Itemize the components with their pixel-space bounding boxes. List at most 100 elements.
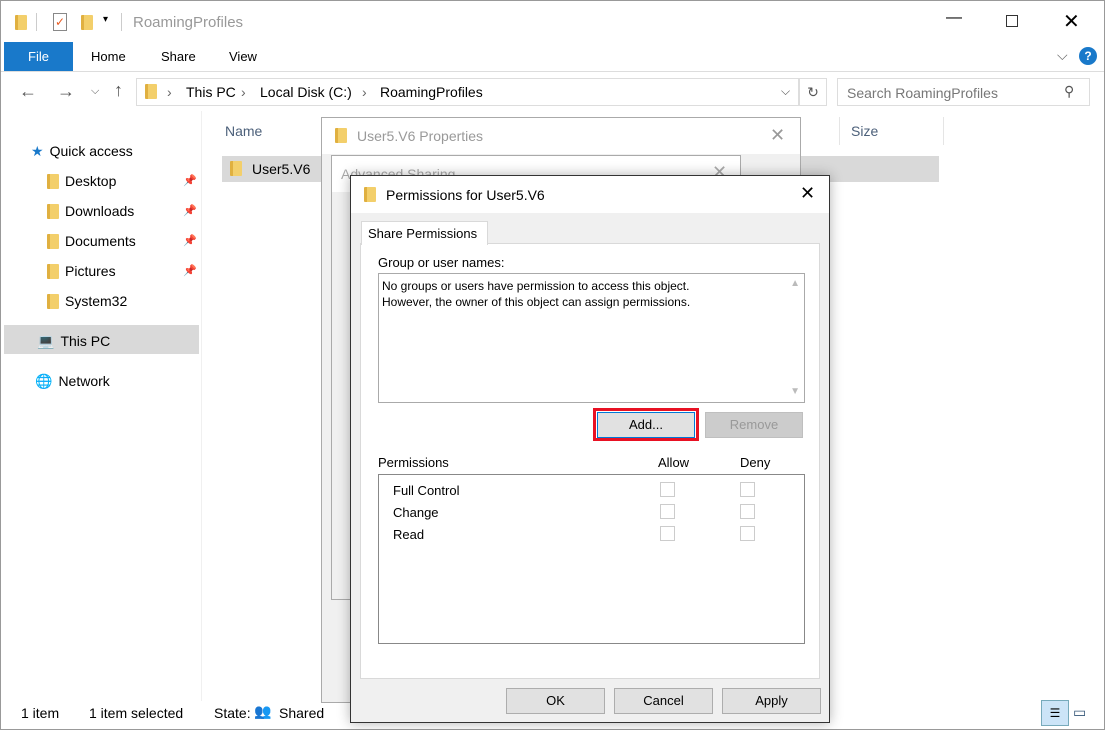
status-item-count: 1 item bbox=[21, 705, 60, 721]
divider bbox=[201, 111, 202, 701]
up-button[interactable]: ↑ bbox=[114, 80, 123, 101]
breadcrumb-roamingprofiles[interactable]: RoamingProfiles bbox=[380, 84, 483, 100]
permissions-title: Permissions for User5.V6 bbox=[386, 187, 545, 203]
nav-network[interactable]: 🌐 Network bbox=[35, 370, 110, 392]
tab-file[interactable]: File bbox=[4, 42, 73, 71]
back-button[interactable]: ← bbox=[19, 81, 37, 102]
refresh-button[interactable]: ↻ bbox=[799, 78, 827, 106]
permissions-list: Full Control Change Read bbox=[378, 474, 805, 644]
group-list[interactable]: No groups or users have permission to ac… bbox=[378, 273, 805, 403]
search-input[interactable]: Search RoamingProfiles ⚲ bbox=[837, 78, 1090, 106]
permissions-titlebar: Permissions for User5.V6 ✕ bbox=[351, 176, 829, 213]
recent-locations-button[interactable]: ⌵ bbox=[91, 85, 99, 98]
properties-close-button[interactable]: ✕ bbox=[770, 125, 785, 146]
details-view-button[interactable]: ☰ bbox=[1041, 700, 1069, 726]
folder-icon bbox=[230, 161, 242, 176]
properties-titlebar: User5.V6 Properties ✕ bbox=[322, 118, 800, 154]
customize-toolbar-icon[interactable]: ▾ bbox=[103, 14, 108, 25]
nav-this-pc[interactable]: 💻 This PC bbox=[37, 330, 110, 352]
read-allow-checkbox[interactable] bbox=[660, 526, 675, 541]
maximize-button[interactable] bbox=[1006, 15, 1018, 27]
deny-header: Deny bbox=[740, 455, 771, 470]
remove-button[interactable]: Remove bbox=[705, 412, 803, 438]
tab-panel: Group or user names: No groups or users … bbox=[360, 243, 820, 679]
cancel-button[interactable]: Cancel bbox=[614, 688, 713, 714]
status-selected: 1 item selected bbox=[89, 705, 184, 721]
perm-read: Read bbox=[393, 527, 425, 542]
full-control-deny-checkbox[interactable] bbox=[740, 482, 755, 497]
perm-full-control: Full Control bbox=[393, 483, 460, 498]
breadcrumb-this-pc[interactable]: This PC bbox=[186, 84, 236, 100]
pin-icon[interactable]: 📌 bbox=[183, 264, 197, 277]
tab-share-permissions[interactable]: Share Permissions bbox=[361, 221, 488, 245]
pictures-folder-icon bbox=[47, 263, 59, 279]
full-control-allow-checkbox[interactable] bbox=[660, 482, 675, 497]
pin-icon[interactable]: 📌 bbox=[183, 204, 197, 217]
read-deny-checkbox[interactable] bbox=[740, 526, 755, 541]
tab-share[interactable]: Share bbox=[143, 42, 214, 71]
nav-label: Quick access bbox=[49, 143, 133, 159]
empty-message: However, the owner of this object can as… bbox=[382, 295, 691, 309]
downloads-folder-icon bbox=[47, 203, 59, 219]
scroll-down-icon[interactable]: ▼ bbox=[790, 384, 800, 400]
divider bbox=[1, 71, 1104, 72]
properties-title: User5.V6 Properties bbox=[357, 128, 484, 144]
nav-label: Documents bbox=[65, 233, 136, 249]
column-header-size[interactable]: Size bbox=[851, 123, 878, 139]
help-icon[interactable]: ? bbox=[1079, 47, 1097, 65]
ok-button[interactable]: OK bbox=[506, 688, 605, 714]
pin-icon[interactable]: 📌 bbox=[183, 234, 197, 247]
divider bbox=[943, 117, 944, 145]
nav-downloads[interactable]: Downloads bbox=[47, 200, 134, 222]
folder-icon bbox=[145, 84, 157, 99]
column-header-name[interactable]: Name bbox=[225, 123, 262, 139]
forward-button[interactable]: → bbox=[57, 81, 75, 102]
folder-icon bbox=[364, 187, 376, 202]
large-icons-view-button[interactable]: ▭ bbox=[1073, 704, 1086, 721]
address-bar[interactable]: › This PC › Local Disk (C:) › RoamingPro… bbox=[136, 78, 799, 106]
scroll-up-icon[interactable]: ▲ bbox=[790, 276, 800, 292]
divider bbox=[839, 117, 840, 145]
group-label: Group or user names: bbox=[378, 255, 505, 270]
change-allow-checkbox[interactable] bbox=[660, 504, 675, 519]
apply-button[interactable]: Apply bbox=[722, 688, 821, 714]
allow-header: Allow bbox=[658, 455, 690, 470]
minimize-button[interactable]: — bbox=[946, 9, 962, 27]
nav-label: Downloads bbox=[65, 203, 135, 219]
computer-icon: 💻 bbox=[37, 332, 55, 349]
permissions-label: Permissions bbox=[378, 455, 449, 470]
nav-pictures[interactable]: Pictures bbox=[47, 260, 116, 282]
change-deny-checkbox[interactable] bbox=[740, 504, 755, 519]
file-name: User5.V6 bbox=[252, 161, 311, 177]
pin-icon[interactable]: 📌 bbox=[183, 174, 197, 187]
desktop-folder-icon bbox=[47, 173, 59, 189]
nav-documents[interactable]: Documents bbox=[47, 230, 136, 252]
new-folder-icon[interactable] bbox=[81, 15, 93, 30]
shared-users-icon: 👥 bbox=[254, 703, 272, 719]
tab-view[interactable]: View bbox=[211, 42, 275, 71]
folder-icon bbox=[47, 293, 59, 309]
permissions-dialog: Permissions for User5.V6 ✕ Group or user… bbox=[350, 175, 830, 723]
search-icon: ⚲ bbox=[1064, 83, 1075, 99]
permissions-close-button[interactable]: ✕ bbox=[800, 183, 815, 204]
nav-label: Network bbox=[58, 373, 110, 389]
star-icon: ★ bbox=[31, 142, 44, 159]
address-dropdown-icon[interactable]: ⌵ bbox=[781, 84, 790, 99]
expand-ribbon-icon[interactable]: ⌵ bbox=[1057, 47, 1068, 64]
nav-system32[interactable]: System32 bbox=[47, 290, 127, 312]
close-button[interactable]: ✕ bbox=[1063, 9, 1080, 34]
divider bbox=[121, 13, 122, 31]
nav-desktop[interactable]: Desktop bbox=[47, 170, 116, 192]
empty-message: No groups or users have permission to ac… bbox=[382, 279, 690, 293]
tab-home[interactable]: Home bbox=[73, 42, 144, 71]
divider bbox=[36, 13, 37, 31]
network-icon: 🌐 bbox=[35, 372, 53, 389]
properties-icon[interactable]: ✓ bbox=[53, 13, 67, 31]
folder-icon bbox=[15, 15, 27, 30]
add-button[interactable]: Add... bbox=[597, 412, 695, 438]
nav-quick-access[interactable]: ★ Quick access bbox=[31, 140, 133, 162]
status-state-label: State: bbox=[214, 705, 251, 721]
breadcrumb-local-disk[interactable]: Local Disk (C:) bbox=[260, 84, 352, 100]
search-placeholder: Search RoamingProfiles bbox=[847, 85, 998, 101]
nav-label: Desktop bbox=[65, 173, 117, 189]
